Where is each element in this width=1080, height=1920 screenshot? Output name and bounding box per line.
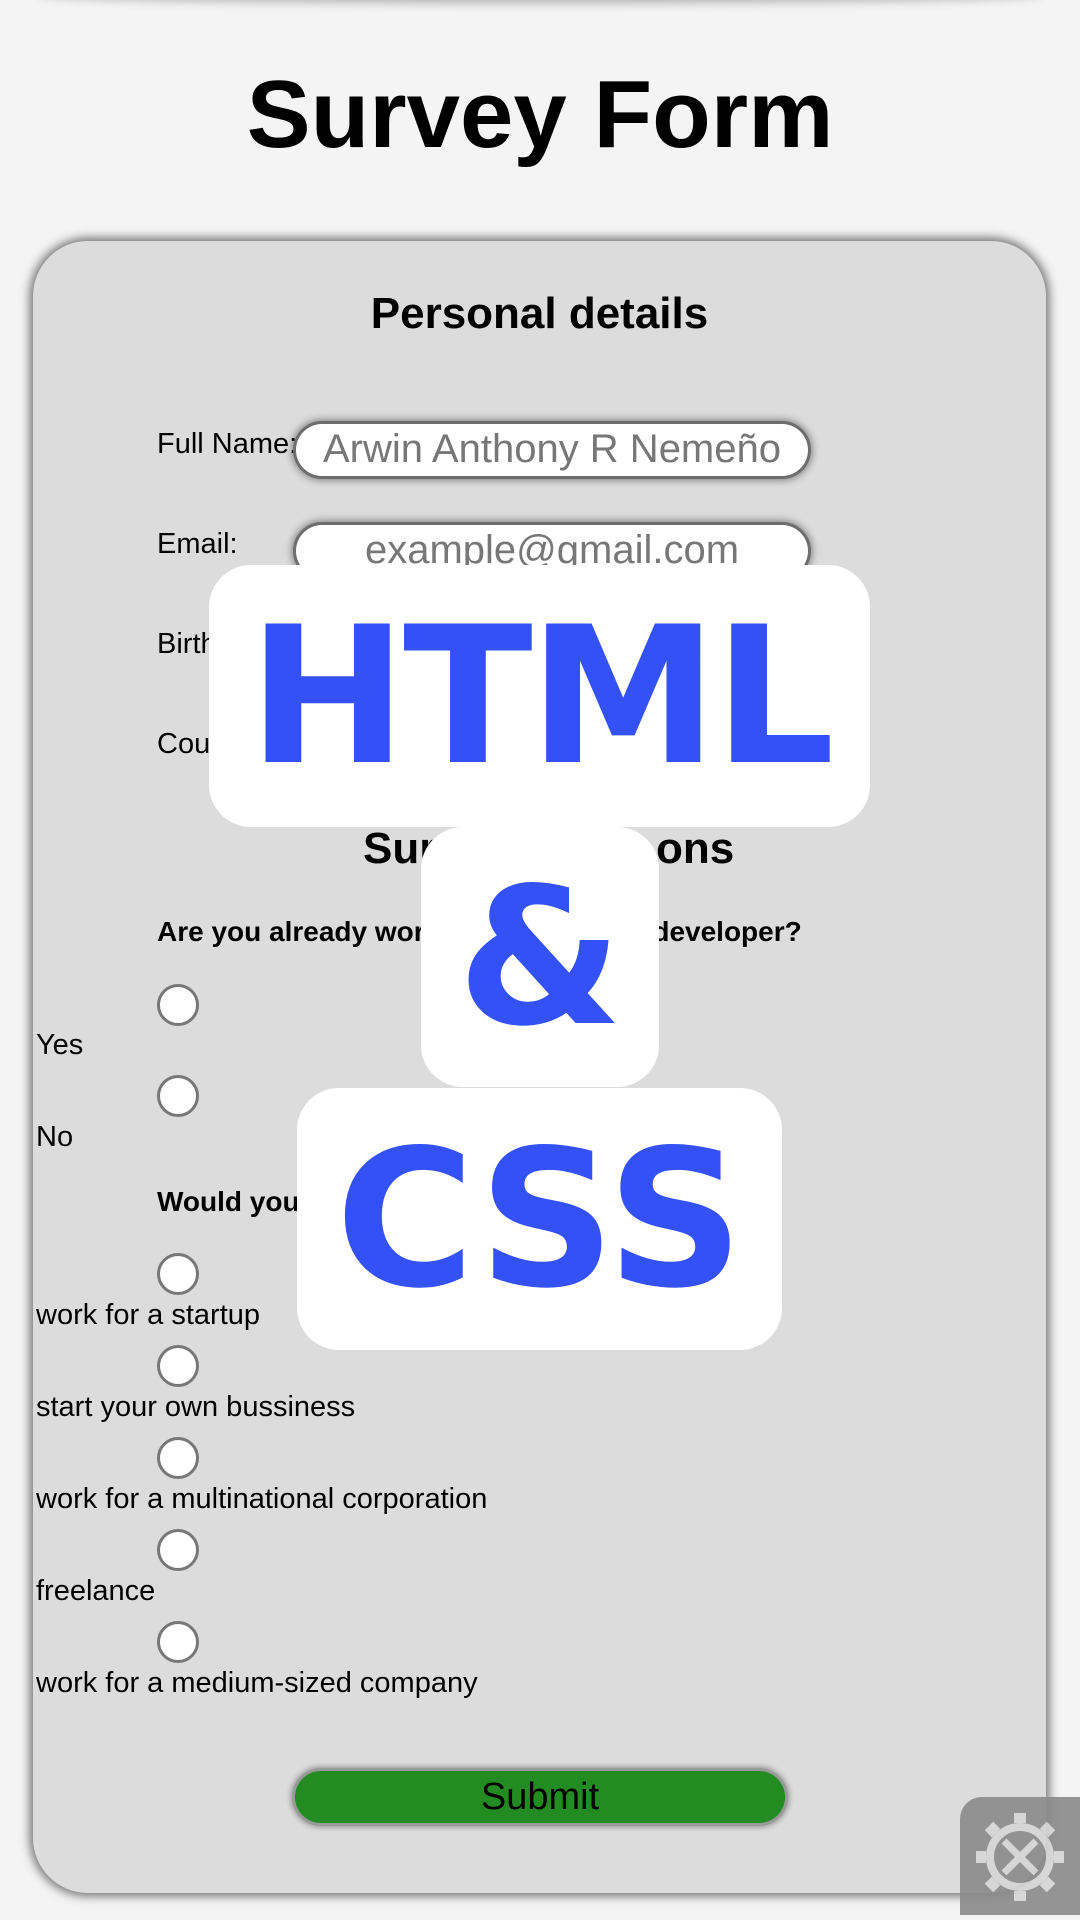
option-multinational-label: work for a multinational corporation bbox=[36, 1483, 488, 1515]
ampersand-badge: & bbox=[421, 827, 659, 1087]
full-name-input[interactable]: Arwin Anthony R Nemeño bbox=[296, 424, 808, 476]
survey-questions-heading-right: ons bbox=[656, 824, 735, 873]
personal-details-heading: Personal details bbox=[370, 289, 709, 338]
full-name-value: Arwin Anthony R Nemeño bbox=[322, 427, 781, 471]
radio-freelance[interactable] bbox=[157, 1529, 199, 1571]
page-title: Survey Form bbox=[246, 61, 834, 168]
country-label: Cou bbox=[157, 728, 211, 760]
radio-multinational[interactable] bbox=[157, 1437, 199, 1479]
html-badge: HTML bbox=[209, 565, 870, 827]
option-medium-company-label: work for a medium-sized company bbox=[36, 1667, 478, 1699]
birth-date-label: Birth bbox=[157, 628, 217, 660]
radio-no[interactable] bbox=[157, 1075, 199, 1117]
ampersand-badge-text: & bbox=[457, 846, 623, 1068]
radio-own-business[interactable] bbox=[157, 1345, 199, 1387]
radio-yes[interactable] bbox=[157, 984, 199, 1026]
option-yes-label: Yes bbox=[36, 1029, 84, 1061]
radio-medium-company[interactable] bbox=[157, 1621, 199, 1663]
css-badge-text: CSS bbox=[335, 1108, 744, 1330]
option-no-label: No bbox=[36, 1121, 74, 1153]
full-name-label: Full Name: bbox=[157, 428, 298, 460]
html-badge-text: HTML bbox=[248, 585, 835, 807]
question-2-left: Would you bbox=[157, 1186, 300, 1217]
option-freelance-label: freelance bbox=[36, 1575, 156, 1607]
submit-button[interactable]: Submit bbox=[295, 1771, 785, 1823]
settings-button[interactable] bbox=[960, 1797, 1080, 1915]
css-badge: CSS bbox=[297, 1088, 782, 1350]
option-own-business-label: start your own bussiness bbox=[36, 1391, 356, 1423]
settings-tools-icon bbox=[976, 1813, 1064, 1901]
option-startup-label: work for a startup bbox=[36, 1299, 261, 1331]
radio-startup[interactable] bbox=[157, 1253, 199, 1295]
email-label: Email: bbox=[157, 528, 238, 560]
question-1-left: Are you already wor bbox=[157, 916, 425, 947]
